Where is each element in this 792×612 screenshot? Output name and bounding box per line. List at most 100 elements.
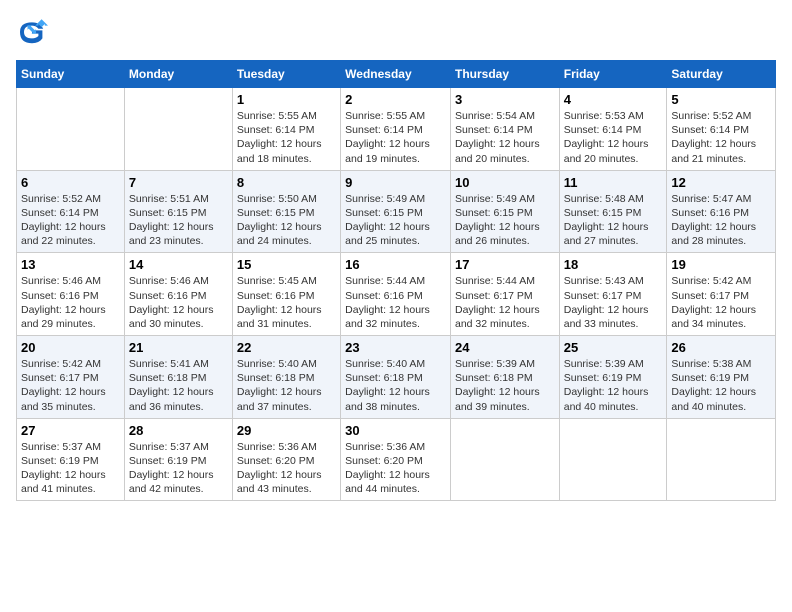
day-info: Sunrise: 5:44 AM Sunset: 6:17 PM Dayligh…: [455, 274, 555, 331]
day-info: Sunrise: 5:39 AM Sunset: 6:19 PM Dayligh…: [564, 357, 663, 414]
day-number: 28: [129, 423, 228, 438]
day-info: Sunrise: 5:39 AM Sunset: 6:18 PM Dayligh…: [455, 357, 555, 414]
calendar-cell: 17 Sunrise: 5:44 AM Sunset: 6:17 PM Dayli…: [450, 253, 559, 336]
calendar-cell: 5 Sunrise: 5:52 AM Sunset: 6:14 PM Daylig…: [667, 88, 776, 171]
day-number: 4: [564, 92, 663, 107]
col-header-wednesday: Wednesday: [341, 61, 451, 88]
day-info: Sunrise: 5:36 AM Sunset: 6:20 PM Dayligh…: [237, 440, 336, 497]
day-info: Sunrise: 5:44 AM Sunset: 6:16 PM Dayligh…: [345, 274, 446, 331]
calendar-cell: 27Sunrise: 5:37 AM Sunset: 6:19 PM Dayli…: [17, 418, 125, 501]
day-number: 6: [21, 175, 120, 190]
calendar-week-3: 13 Sunrise: 5:46 AM Sunset: 6:16 PM Dayli…: [17, 253, 776, 336]
col-header-saturday: Saturday: [667, 61, 776, 88]
calendar-cell: 19Sunrise: 5:42 AM Sunset: 6:17 PM Dayli…: [667, 253, 776, 336]
day-number: 5: [671, 92, 771, 107]
calendar-header-row: SundayMondayTuesdayWednesdayThursdayFrid…: [17, 61, 776, 88]
calendar-cell: [559, 418, 667, 501]
calendar-cell: 24 Sunrise: 5:39 AM Sunset: 6:18 PM Dayli…: [450, 336, 559, 419]
day-info: Sunrise: 5:37 AM Sunset: 6:19 PM Dayligh…: [129, 440, 228, 497]
day-info: Sunrise: 5:40 AM Sunset: 6:18 PM Dayligh…: [237, 357, 336, 414]
day-number: 12: [671, 175, 771, 190]
calendar-cell: 11 Sunrise: 5:48 AM Sunset: 6:15 PM Dayli…: [559, 170, 667, 253]
day-info: Sunrise: 5:55 AM Sunset: 6:14 PM Dayligh…: [237, 109, 336, 166]
calendar-cell: 10Sunrise: 5:49 AM Sunset: 6:15 PM Dayli…: [450, 170, 559, 253]
day-number: 3: [455, 92, 555, 107]
calendar-cell: 16 Sunrise: 5:44 AM Sunset: 6:16 PM Dayli…: [341, 253, 451, 336]
day-info: Sunrise: 5:49 AM Sunset: 6:15 PM Dayligh…: [345, 192, 446, 249]
calendar-cell: 4 Sunrise: 5:53 AM Sunset: 6:14 PM Daylig…: [559, 88, 667, 171]
day-number: 18: [564, 257, 663, 272]
day-number: 30: [345, 423, 446, 438]
day-info: Sunrise: 5:45 AM Sunset: 6:16 PM Dayligh…: [237, 274, 336, 331]
calendar-cell: 12 Sunrise: 5:47 AM Sunset: 6:16 PM Dayli…: [667, 170, 776, 253]
col-header-friday: Friday: [559, 61, 667, 88]
day-info: Sunrise: 5:42 AM Sunset: 6:17 PM Dayligh…: [21, 357, 120, 414]
day-info: Sunrise: 5:49 AM Sunset: 6:15 PM Dayligh…: [455, 192, 555, 249]
day-info: Sunrise: 5:50 AM Sunset: 6:15 PM Dayligh…: [237, 192, 336, 249]
day-number: 22: [237, 340, 336, 355]
col-header-sunday: Sunday: [17, 61, 125, 88]
day-info: Sunrise: 5:38 AM Sunset: 6:19 PM Dayligh…: [671, 357, 771, 414]
day-info: Sunrise: 5:40 AM Sunset: 6:18 PM Dayligh…: [345, 357, 446, 414]
day-number: 13: [21, 257, 120, 272]
day-number: 16: [345, 257, 446, 272]
day-number: 29: [237, 423, 336, 438]
day-number: 24: [455, 340, 555, 355]
day-number: 17: [455, 257, 555, 272]
day-number: 11: [564, 175, 663, 190]
day-info: Sunrise: 5:53 AM Sunset: 6:14 PM Dayligh…: [564, 109, 663, 166]
col-header-thursday: Thursday: [450, 61, 559, 88]
calendar-cell: [17, 88, 125, 171]
col-header-tuesday: Tuesday: [232, 61, 340, 88]
day-info: Sunrise: 5:52 AM Sunset: 6:14 PM Dayligh…: [671, 109, 771, 166]
calendar-week-5: 27Sunrise: 5:37 AM Sunset: 6:19 PM Dayli…: [17, 418, 776, 501]
day-info: Sunrise: 5:41 AM Sunset: 6:18 PM Dayligh…: [129, 357, 228, 414]
day-number: 14: [129, 257, 228, 272]
calendar-cell: 7 Sunrise: 5:51 AM Sunset: 6:15 PM Daylig…: [124, 170, 232, 253]
calendar-week-4: 20 Sunrise: 5:42 AM Sunset: 6:17 PM Dayli…: [17, 336, 776, 419]
calendar-cell: 14 Sunrise: 5:46 AM Sunset: 6:16 PM Dayli…: [124, 253, 232, 336]
logo: [16, 16, 52, 48]
day-info: Sunrise: 5:51 AM Sunset: 6:15 PM Dayligh…: [129, 192, 228, 249]
day-info: Sunrise: 5:47 AM Sunset: 6:16 PM Dayligh…: [671, 192, 771, 249]
calendar-cell: 20 Sunrise: 5:42 AM Sunset: 6:17 PM Dayli…: [17, 336, 125, 419]
col-header-monday: Monday: [124, 61, 232, 88]
day-number: 25: [564, 340, 663, 355]
calendar-table: SundayMondayTuesdayWednesdayThursdayFrid…: [16, 60, 776, 501]
calendar-cell: 1 Sunrise: 5:55 AM Sunset: 6:14 PM Daylig…: [232, 88, 340, 171]
day-number: 8: [237, 175, 336, 190]
calendar-cell: 26 Sunrise: 5:38 AM Sunset: 6:19 PM Dayli…: [667, 336, 776, 419]
calendar-cell: [124, 88, 232, 171]
day-number: 19: [671, 257, 771, 272]
calendar-cell: 22 Sunrise: 5:40 AM Sunset: 6:18 PM Dayli…: [232, 336, 340, 419]
day-number: 2: [345, 92, 446, 107]
calendar-cell: 21 Sunrise: 5:41 AM Sunset: 6:18 PM Dayli…: [124, 336, 232, 419]
calendar-cell: 18 Sunrise: 5:43 AM Sunset: 6:17 PM Dayli…: [559, 253, 667, 336]
calendar-cell: [667, 418, 776, 501]
day-info: Sunrise: 5:36 AM Sunset: 6:20 PM Dayligh…: [345, 440, 446, 497]
calendar-cell: 3 Sunrise: 5:54 AM Sunset: 6:14 PM Daylig…: [450, 88, 559, 171]
day-info: Sunrise: 5:48 AM Sunset: 6:15 PM Dayligh…: [564, 192, 663, 249]
day-info: Sunrise: 5:46 AM Sunset: 6:16 PM Dayligh…: [129, 274, 228, 331]
calendar-cell: 6 Sunrise: 5:52 AM Sunset: 6:14 PM Daylig…: [17, 170, 125, 253]
day-number: 20: [21, 340, 120, 355]
calendar-cell: 23Sunrise: 5:40 AM Sunset: 6:18 PM Dayli…: [341, 336, 451, 419]
calendar-cell: 28 Sunrise: 5:37 AM Sunset: 6:19 PM Dayli…: [124, 418, 232, 501]
calendar-cell: 30 Sunrise: 5:36 AM Sunset: 6:20 PM Dayli…: [341, 418, 451, 501]
day-number: 7: [129, 175, 228, 190]
day-info: Sunrise: 5:52 AM Sunset: 6:14 PM Dayligh…: [21, 192, 120, 249]
calendar-cell: 15 Sunrise: 5:45 AM Sunset: 6:16 PM Dayli…: [232, 253, 340, 336]
page-header: [16, 16, 776, 48]
day-number: 26: [671, 340, 771, 355]
day-info: Sunrise: 5:46 AM Sunset: 6:16 PM Dayligh…: [21, 274, 120, 331]
calendar-cell: [450, 418, 559, 501]
day-info: Sunrise: 5:54 AM Sunset: 6:14 PM Dayligh…: [455, 109, 555, 166]
day-info: Sunrise: 5:43 AM Sunset: 6:17 PM Dayligh…: [564, 274, 663, 331]
day-number: 1: [237, 92, 336, 107]
day-info: Sunrise: 5:37 AM Sunset: 6:19 PM Dayligh…: [21, 440, 120, 497]
day-number: 9: [345, 175, 446, 190]
day-number: 15: [237, 257, 336, 272]
day-number: 21: [129, 340, 228, 355]
calendar-week-1: 1 Sunrise: 5:55 AM Sunset: 6:14 PM Daylig…: [17, 88, 776, 171]
calendar-cell: 9 Sunrise: 5:49 AM Sunset: 6:15 PM Daylig…: [341, 170, 451, 253]
